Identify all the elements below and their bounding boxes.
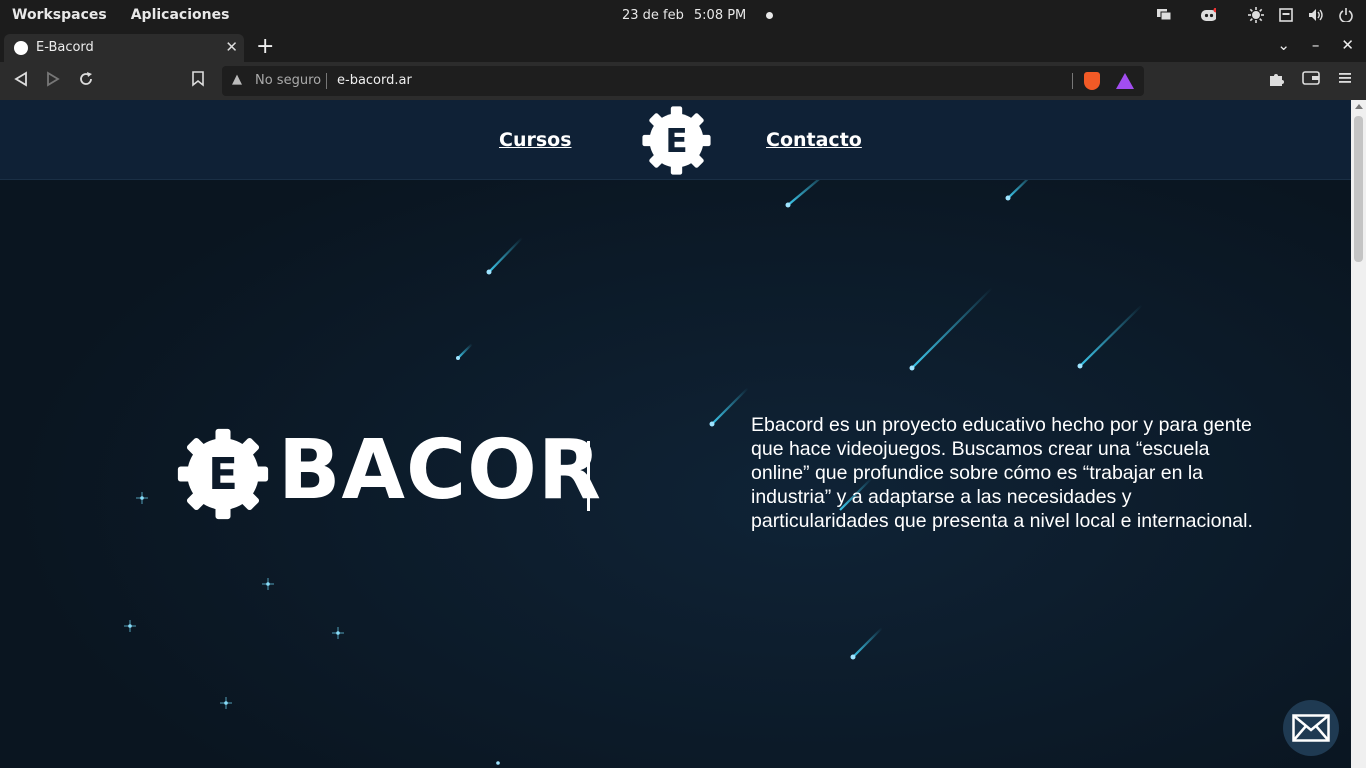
- bookmark-icon[interactable]: [192, 71, 204, 91]
- header-logo-letter: E: [665, 122, 687, 160]
- os-top-bar: Workspaces Aplicaciones 23 de feb 5:08 P…: [0, 0, 1366, 32]
- web-page: Cursos E Contacto E BACOR Ebacord es un …: [0, 100, 1351, 768]
- url-divider: [326, 73, 327, 89]
- hero-description: Ebacord es un proyecto educativo hecho p…: [751, 414, 1253, 532]
- favicon-icon: [14, 41, 28, 55]
- clock-time: 5:08 PM: [693, 8, 747, 23]
- discord-icon[interactable]: [1200, 7, 1216, 23]
- new-tab-button[interactable]: +: [256, 34, 274, 59]
- scroll-thumb[interactable]: [1354, 116, 1363, 262]
- minimize-icon[interactable]: –: [1312, 36, 1320, 54]
- hero-gear-logo-icon: E: [177, 428, 269, 520]
- brightness-icon[interactable]: [1248, 7, 1264, 23]
- tab-strip: E-Bacord ✕ + ⌄ – ✕: [0, 32, 1366, 62]
- hero-logo-letter: E: [208, 450, 238, 500]
- reload-icon[interactable]: [78, 71, 94, 91]
- page-scrollbar[interactable]: [1351, 100, 1366, 768]
- close-window-icon[interactable]: ✕: [1341, 36, 1354, 54]
- envelope-icon: [1292, 714, 1330, 742]
- wallet-icon[interactable]: [1302, 71, 1320, 91]
- browser-toolbar: ▲ No seguro e-bacord.ar: [0, 62, 1366, 100]
- nav-contacto-link[interactable]: Contacto: [766, 129, 862, 151]
- header-gear-logo-icon[interactable]: E: [641, 105, 712, 176]
- close-tab-icon[interactable]: ✕: [225, 38, 238, 56]
- volume-icon[interactable]: [1308, 7, 1324, 23]
- tab-title: E-Bacord: [36, 40, 94, 55]
- scroll-up-arrow-icon[interactable]: [1355, 104, 1363, 109]
- notification-dot-icon: [766, 12, 774, 19]
- tab-list-chevron-icon[interactable]: ⌄: [1277, 36, 1290, 54]
- clock[interactable]: 23 de feb 5:08 PM: [622, 8, 774, 23]
- brave-shields-icon[interactable]: [1084, 72, 1100, 90]
- nav-cursos-link[interactable]: Cursos: [499, 129, 572, 151]
- forward-icon[interactable]: [46, 71, 60, 91]
- keyboard-icon[interactable]: [1278, 7, 1294, 23]
- address-bar[interactable]: ▲ No seguro e-bacord.ar: [222, 66, 1144, 96]
- clock-date: 23 de feb: [622, 8, 684, 23]
- shield-divider: [1072, 73, 1073, 89]
- url-text[interactable]: e-bacord.ar: [337, 73, 412, 88]
- tab-e-bacord[interactable]: E-Bacord ✕: [4, 34, 244, 62]
- contact-mail-button[interactable]: [1283, 700, 1339, 756]
- warning-icon[interactable]: ▲: [232, 72, 242, 87]
- brave-rewards-icon[interactable]: [1116, 73, 1134, 89]
- security-status[interactable]: No seguro: [255, 73, 321, 88]
- typing-caret: [587, 441, 590, 511]
- workspaces-menu[interactable]: Workspaces: [12, 7, 107, 23]
- power-icon[interactable]: [1338, 7, 1354, 23]
- back-icon[interactable]: [14, 71, 28, 91]
- applications-menu[interactable]: Aplicaciones: [131, 7, 230, 23]
- hero-brand-text: BACOR: [278, 423, 602, 518]
- site-header: Cursos E Contacto: [0, 100, 1351, 180]
- display-icon[interactable]: [1156, 7, 1172, 23]
- extensions-icon[interactable]: [1268, 71, 1284, 91]
- menu-icon[interactable]: [1338, 71, 1352, 91]
